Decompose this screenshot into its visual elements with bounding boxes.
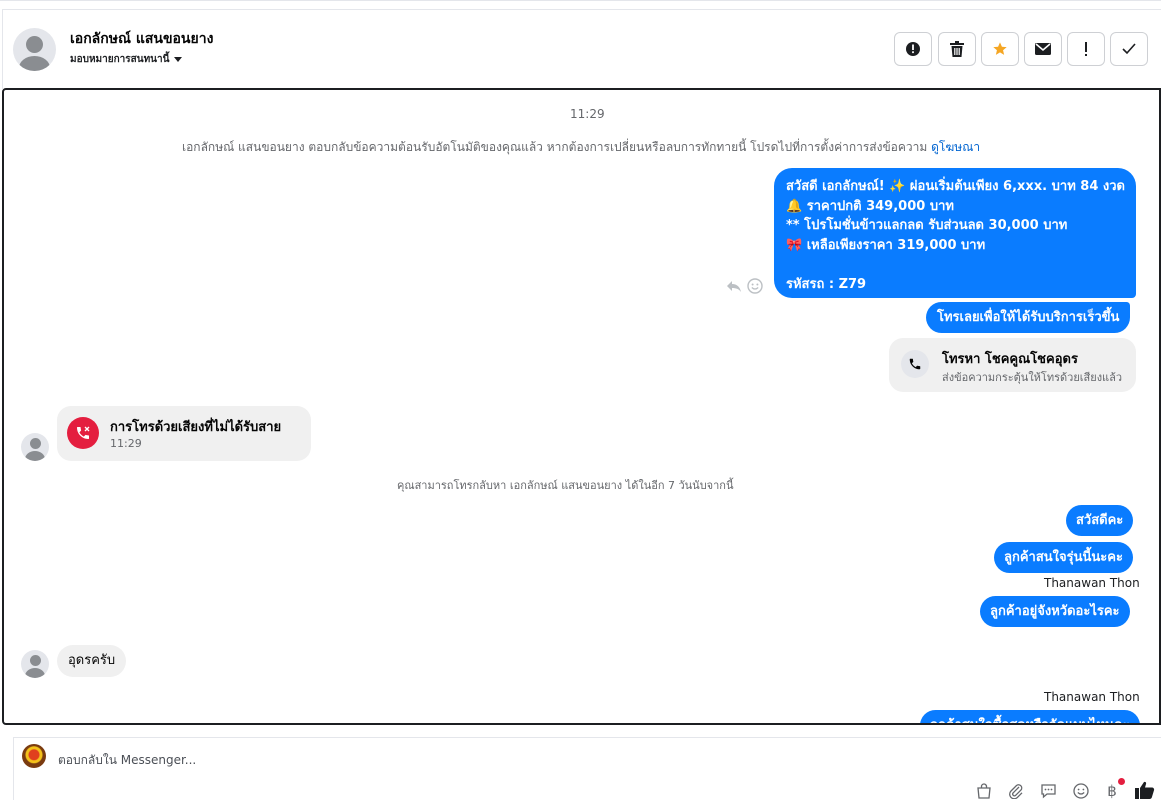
sender-name: Thanawan Thon [1044,576,1140,590]
outgoing-message[interactable]: ลูกค้าสนใจรุ่นนี้นะคะ [994,542,1133,573]
contact-avatar[interactable] [13,28,56,71]
call-card-subtitle: ส่งข้อความกระตุ้นให้โทรด้วยเสียงแล้ว [942,371,1123,384]
report-spam-button[interactable] [894,32,932,66]
missed-call-card[interactable]: การโทรด้วยเสียงที่ไม่ได้รับสาย 11:29 [57,406,311,461]
promo-line: สวัสดี เอกลักษณ์! ✨ ผ่อนเริ่มต้นเพียง 6,… [786,179,1125,194]
phone-icon [901,350,929,378]
reply-icon[interactable] [726,278,742,294]
delete-button[interactable] [938,32,976,66]
reply-composer: ตอบกลับใน Messenger... ฿ [13,737,1161,800]
call-card-title: โทรหา โชคคูณโชคอุดร [942,352,1078,367]
missed-call-icon [67,417,99,449]
outgoing-message[interactable]: สวัสดีคะ [1066,505,1134,536]
react-emoji-icon[interactable] [747,278,763,294]
missed-call-title: การโทรด้วยเสียงที่ไม่ได้รับสาย [110,420,282,435]
contact-name[interactable]: เอกลักษณ์ แสนขอนยาง [70,28,213,50]
outgoing-message-partial[interactable]: ลูกค้าสนใจซื้อสดหรือจัดแบบไหนคะ [920,710,1140,723]
follow-up-button[interactable] [1067,32,1105,66]
quick-reply-icon[interactable] [1039,782,1057,800]
missed-call-time: 11:29 [110,437,142,450]
alert-circle-icon [906,42,920,56]
promo-line: ** โปรโมชั่นข้าวแลกลด รับส่วนลด 30,000 บ… [786,218,1068,233]
promo-line [786,255,1124,275]
envelope-icon [1035,43,1051,55]
thumbs-up-icon[interactable] [1134,780,1156,800]
header-left-border [2,9,3,89]
message-thread[interactable]: 11:29 เอกลักษณ์ แสนขอนยาง ตอบกลับข้อความ… [2,88,1161,725]
check-icon [1122,43,1136,55]
notification-dot [1118,778,1125,785]
callback-notice: คุณสามารถโทรกลับหา เอกลักษณ์ แสนขอนยาง ไ… [397,479,734,492]
emoji-icon[interactable] [1072,782,1090,800]
paperclip-icon[interactable] [1007,782,1025,800]
view-ad-link[interactable]: ดูโฆษณา [931,140,980,154]
caret-down-icon [174,57,183,62]
baht-icon[interactable]: ฿ [1103,782,1121,800]
incoming-message[interactable]: อุดรครับ [57,645,127,677]
call-us-card[interactable]: โทรหา โชคคูณโชคอุดร ส่งข้อความกระตุ้นให้… [889,338,1136,392]
cta-message-bubble[interactable]: โทรเลยเพื่อให้ได้รับบริการเร็วขึ้น [926,302,1131,333]
bag-icon[interactable] [975,782,993,800]
assign-label: มอบหมายการสนทนานี้ [70,54,170,65]
promo-line: 🔔 ราคาปกติ 349,000 บาท [786,198,954,214]
star-button[interactable] [981,32,1019,66]
promo-line: รหัสรถ : Z79 [786,276,867,292]
promo-message-bubble[interactable]: สวัสดี เอกลักษณ์! ✨ ผ่อนเริ่มต้นเพียง 6,… [774,168,1136,298]
message-timestamp: 11:29 [570,107,605,121]
mark-done-button[interactable] [1110,32,1148,66]
contact-avatar-small [21,433,49,461]
contact-avatar-small [21,650,49,678]
auto-reply-notice: เอกลักษณ์ แสนขอนยาง ตอบกลับข้อความต้อนรั… [182,138,980,157]
conversation-header: เอกลักษณ์ แสนขอนยาง มอบหมายการสนทนานี้ [0,0,1161,89]
star-icon [993,42,1007,55]
trash-icon [950,41,964,57]
page-avatar [22,744,46,768]
outgoing-message[interactable]: ลูกค้าอยู่จังหวัดอะไรคะ [980,596,1130,627]
assign-conversation-dropdown[interactable]: มอบหมายการสนทนานี้ [70,52,183,67]
mark-unread-button[interactable] [1024,32,1062,66]
auto-reply-notice-text: เอกลักษณ์ แสนขอนยาง ตอบกลับข้อความต้อนรั… [182,140,928,154]
sender-name: Thanawan Thon [1044,690,1140,704]
exclamation-icon [1085,42,1087,56]
header-divider [2,9,1161,10]
promo-line: 🎀 เหลือเพียงราคา 319,000 บาท [786,237,986,253]
reply-input[interactable]: ตอบกลับใน Messenger... [58,751,196,770]
